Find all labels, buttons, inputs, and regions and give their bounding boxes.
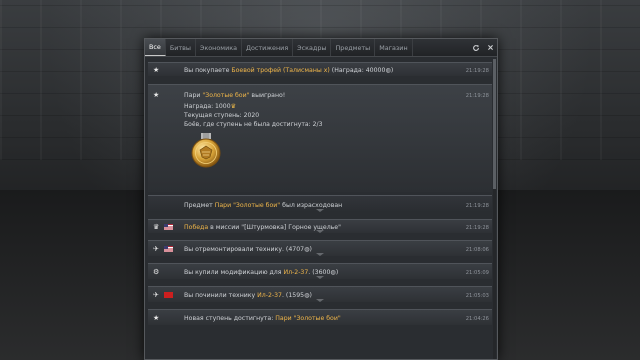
current-stage-line: Текущая ступень: 2020 (184, 112, 260, 119)
message-time: 21:19:28 (465, 225, 489, 231)
message-row[interactable]: ★ Вы покупаете Боевой трофей (Талисманы … (148, 62, 492, 76)
expand-chevron-icon[interactable] (316, 230, 324, 233)
message-time: 21:08:06 (465, 247, 489, 253)
tab-squadrons[interactable]: Эскадры (293, 39, 332, 56)
message-part: Вы купили модификацию для (184, 269, 284, 276)
message-list: ★ Вы покупаете Боевой трофей (Талисманы … (148, 59, 492, 359)
message-part: Вы покупаете (184, 67, 232, 74)
message-text: Вы отремонтировали технику. (4707◍) (184, 246, 312, 253)
message-time: 21:19:28 (465, 68, 489, 74)
message-part: ) (309, 246, 312, 253)
tab-battles[interactable]: Битвы (166, 39, 196, 56)
tab-all[interactable]: Все (145, 39, 166, 56)
message-highlight: Пари "Золотые бои" (214, 202, 281, 209)
expand-chevron-icon[interactable] (316, 253, 324, 256)
message-highlight: Ил-2-37 (257, 292, 282, 299)
message-row[interactable]: ✈ Вы починили технику Ил-2-37. (1595◍) 2… (148, 286, 492, 302)
message-highlight: Боевой трофей (Талисманы x) (231, 67, 330, 74)
message-text: Вы починили технику Ил-2-37. (1595◍) (184, 292, 312, 299)
message-part: ) (335, 269, 339, 276)
expand-chevron-icon[interactable] (316, 276, 324, 279)
tab-achievements[interactable]: Достижения (242, 39, 294, 56)
message-time: 21:19:28 (465, 93, 489, 99)
gold-medal-icon (190, 133, 222, 169)
usa-flag-icon (164, 246, 173, 252)
message-highlight: "Золотые бои" (202, 92, 250, 99)
message-row[interactable]: ✈ Вы отремонтировали технику. (4707◍) 21… (148, 240, 492, 256)
message-part: Вы отремонтировали технику. (4707 (184, 246, 305, 253)
message-highlight: Пари "Золотые бои" (275, 315, 341, 322)
message-row-expanded[interactable]: ★ Пари "Золотые бои" выиграно! 21:19:28 … (148, 84, 492, 192)
scrollbar-thumb[interactable] (493, 59, 496, 189)
message-text: Вы купили модификацию для Ил-2-37. (3600… (184, 269, 338, 276)
expand-chevron-icon[interactable] (316, 299, 324, 302)
message-part: Пари (184, 92, 203, 99)
message-part: в миссии "[Штурмовка] Горное ущелье" (208, 224, 341, 231)
message-part: Предмет (184, 202, 215, 209)
message-part: . (3600 (308, 269, 331, 276)
message-time: 21:05:09 (465, 270, 489, 276)
wrench-icon: ✈ (153, 245, 159, 253)
message-time: 21:19:28 (465, 203, 489, 209)
message-part: был израсходован (280, 202, 343, 209)
refresh-icon[interactable] (469, 39, 483, 56)
message-row[interactable]: ♛ Победа в миссии "[Штурмовка] Горное ущ… (148, 219, 492, 233)
message-row[interactable]: Предмет Пари "Золотые бои" был израсходо… (148, 195, 492, 212)
message-part: (Награда: 40000 (329, 67, 386, 74)
star-icon: ★ (153, 314, 160, 322)
scrollbar[interactable] (493, 59, 496, 359)
star-icon: ★ (153, 91, 160, 99)
wrench-icon: ✈ (153, 291, 159, 299)
close-icon[interactable] (483, 39, 497, 56)
ussr-flag-icon (164, 292, 173, 298)
message-part: выиграно! (249, 92, 286, 99)
star-icon: ★ (153, 66, 160, 74)
message-text: Новая ступень достигнута: Пари "Золотые … (184, 315, 341, 322)
message-part: . (1595 (281, 292, 305, 299)
tab-items[interactable]: Предметы (331, 39, 376, 56)
message-row[interactable]: ⚙ Вы купили модификацию для Ил-2-37. (36… (148, 263, 492, 279)
messages-window: Все Битвы Экономика Достижения Эскадры П… (144, 38, 498, 360)
tab-shop[interactable]: Магазин (375, 39, 413, 56)
tab-bar: Все Битвы Экономика Достижения Эскадры П… (145, 39, 497, 57)
message-highlight: Победа (184, 224, 209, 231)
message-part: Вы починили технику (184, 292, 258, 299)
message-highlight: Ил-2-37 (283, 269, 309, 276)
message-time: 21:04:26 (465, 316, 489, 322)
tab-economy[interactable]: Экономика (196, 39, 242, 56)
message-part: Новая ступень достигнута: (184, 315, 276, 322)
golden-eagles-icon: ♛ (230, 103, 237, 110)
message-part: ) (309, 292, 312, 299)
reward-text: Награда: 1000 (184, 103, 231, 110)
usa-flag-icon (164, 224, 173, 230)
message-text: Предмет Пари "Золотые бои" был израсходо… (184, 202, 342, 209)
modification-icon: ⚙ (153, 268, 160, 276)
tab-spacer (413, 39, 469, 56)
message-title: Пари "Золотые бои" выиграно! (184, 92, 285, 99)
message-part: ) (390, 67, 394, 74)
battles-line: Боёв, где ступень не была достигнута: 2/… (184, 121, 323, 128)
message-text: Победа в миссии "[Штурмовка] Горное ущел… (184, 224, 341, 231)
message-row[interactable]: ★ Новая ступень достигнута: Пари "Золоты… (148, 309, 492, 325)
message-text: Вы покупаете Боевой трофей (Талисманы x)… (184, 67, 393, 74)
expand-chevron-icon[interactable] (316, 209, 324, 212)
message-time: 21:05:03 (465, 293, 489, 299)
reward-line: Награда: 1000♛ (184, 103, 236, 110)
trophy-icon: ♛ (153, 223, 160, 231)
